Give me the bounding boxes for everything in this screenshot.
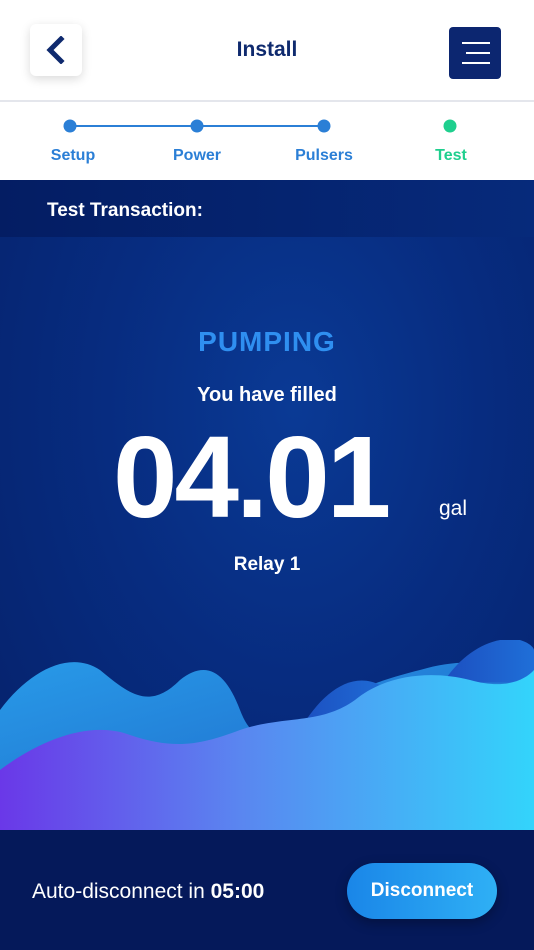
transaction-title-bar: Test Transaction:: [0, 180, 534, 237]
pump-status: PUMPING: [198, 326, 336, 357]
step-dot-power: [190, 119, 204, 133]
amount-unit: gal: [439, 497, 468, 520]
countdown-time: 05:00: [210, 880, 265, 903]
step-label-pulsers: Pulsers: [295, 147, 353, 164]
step-dot-pulsers: [317, 119, 331, 133]
footer-bar: Auto-disconnect in 05:00 Disconnect: [0, 830, 534, 950]
step-dot-setup: [63, 119, 77, 133]
transaction-title: Test Transaction:: [47, 200, 203, 221]
auto-disconnect-countdown: Auto-disconnect in 05:00: [32, 880, 264, 904]
transaction-panel: Test Transaction: PUMPING You have fille…: [0, 180, 534, 830]
menu-button[interactable]: [449, 27, 501, 79]
progress-stepper: Setup Power Pulsers Test: [0, 102, 534, 180]
app-header: Install: [0, 0, 534, 100]
disconnect-button[interactable]: Disconnect: [347, 863, 497, 919]
hamburger-menu-icon: [462, 42, 490, 44]
step-dot-test: [443, 119, 457, 133]
fuel-wave-graphic: [0, 640, 534, 830]
step-label-test: Test: [435, 147, 467, 164]
filled-amount: 04.01: [113, 412, 391, 542]
filled-label: You have filled: [197, 384, 337, 406]
step-label-setup: Setup: [50, 147, 96, 164]
countdown-label: Auto-disconnect in: [32, 880, 211, 903]
step-label-power: Power: [172, 147, 222, 164]
relay-label: Relay 1: [233, 554, 301, 575]
